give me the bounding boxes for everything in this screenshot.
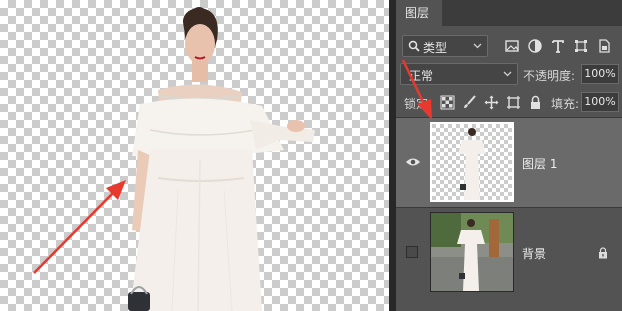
shape-filter-icon[interactable]: [573, 38, 589, 54]
lock-fill-row: 锁定: 填充: 100%: [396, 92, 622, 114]
type-filter-icon[interactable]: [550, 38, 566, 54]
opacity-label: 不透明度:: [523, 69, 576, 83]
tab-layers[interactable]: 图层: [396, 0, 442, 26]
chevron-down-icon: [473, 43, 482, 49]
panel-tab-bar: 图层: [396, 0, 622, 26]
layer-row[interactable]: 图层 1: [396, 118, 622, 207]
filter-kind-select[interactable]: 类型: [402, 35, 488, 57]
filter-kind-label: 类型: [423, 41, 448, 55]
lock-position-icon[interactable]: [484, 95, 499, 110]
panel-gutter: [389, 0, 396, 311]
fill-label: 填充:: [551, 97, 580, 111]
search-icon: [408, 40, 420, 52]
lock-all-icon[interactable]: [528, 95, 543, 110]
cutout-thumbnail-image: [432, 124, 512, 200]
layer-filter-row: 类型: [396, 33, 622, 59]
opacity-input[interactable]: 100%: [581, 64, 619, 84]
blend-opacity-row: 正常 不透明度: 100%: [396, 63, 622, 87]
layers-panel: 图层 类型 正常 不透明度: 100% 锁定: 填充: 100% 图层 1 背景: [396, 0, 622, 311]
blend-mode-select[interactable]: 正常: [400, 63, 518, 85]
lock-icon: [599, 247, 607, 259]
smart-object-filter-icon[interactable]: [596, 38, 612, 54]
adjustment-filter-icon[interactable]: [527, 38, 543, 54]
layer-name[interactable]: 背景: [522, 245, 546, 262]
chevron-down-icon: [503, 71, 512, 77]
cutout-figure: [128, 7, 315, 311]
image-filter-icon[interactable]: [504, 38, 520, 54]
document-canvas[interactable]: [0, 0, 389, 311]
lock-label: 锁定:: [404, 97, 433, 111]
layer-row[interactable]: 背景: [396, 208, 622, 297]
lock-pixels-icon[interactable]: [440, 95, 455, 110]
layer-name[interactable]: 图层 1: [522, 155, 557, 172]
layer-thumbnail[interactable]: [430, 212, 514, 292]
lock-artboard-icon[interactable]: [506, 95, 521, 110]
lock-brush-icon[interactable]: [462, 95, 477, 110]
background-thumbnail-image: [431, 213, 513, 291]
visibility-toggle[interactable]: [406, 246, 418, 258]
blend-mode-label: 正常: [409, 69, 434, 83]
fill-input[interactable]: 100%: [581, 92, 619, 112]
eye-icon[interactable]: [405, 156, 421, 168]
layer-thumbnail[interactable]: [430, 122, 514, 202]
photoshop-window: 图层 类型 正常 不透明度: 100% 锁定: 填充: 100% 图层 1 背景: [0, 0, 622, 311]
